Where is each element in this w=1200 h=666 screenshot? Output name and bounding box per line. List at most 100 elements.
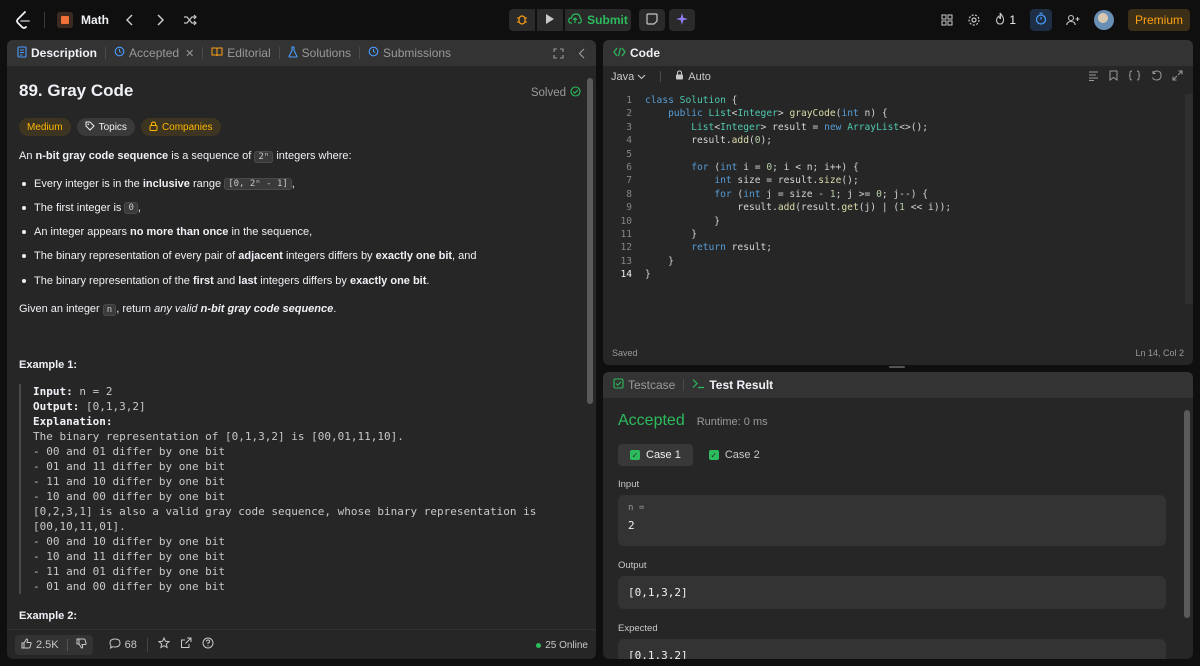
line-number: 14 bbox=[620, 269, 632, 281]
notes-button[interactable] bbox=[639, 9, 665, 31]
tab-solutions[interactable]: Solutions bbox=[288, 45, 351, 61]
maximize-icon[interactable] bbox=[553, 47, 564, 59]
ai-assist-button[interactable] bbox=[669, 9, 695, 31]
terminal-icon bbox=[692, 378, 705, 392]
result-tabs: Testcase Test Result bbox=[603, 372, 1193, 398]
code-line: 7 int size = result.size(); bbox=[603, 174, 1193, 187]
line-number: 3 bbox=[626, 121, 632, 133]
editor-toolbar: Java Auto bbox=[611, 70, 711, 83]
run-button[interactable] bbox=[537, 9, 563, 31]
text: range bbox=[192, 178, 222, 190]
text: and bbox=[216, 275, 236, 287]
text: The binary representation of every pair … bbox=[34, 250, 236, 262]
explanation-line: - 11 and 10 differ by one bit bbox=[33, 475, 226, 488]
problem-tags: Medium Topics Companies bbox=[19, 118, 221, 136]
share-icon[interactable] bbox=[180, 637, 192, 652]
bookmark-icon[interactable] bbox=[1109, 70, 1118, 84]
user-avatar[interactable] bbox=[1094, 10, 1114, 30]
case-2-button[interactable]: ✓ Case 2 bbox=[697, 444, 772, 466]
editor-scrollbar[interactable] bbox=[1185, 94, 1193, 304]
inline-code: 0 bbox=[124, 202, 138, 214]
companies-tag[interactable]: Companies bbox=[140, 118, 221, 136]
lock-icon bbox=[675, 70, 684, 83]
inline-code: [0, 2ⁿ - 1] bbox=[224, 178, 292, 190]
tab-accepted[interactable]: Accepted ✕ bbox=[114, 46, 194, 60]
shuffle-icon[interactable] bbox=[181, 11, 199, 29]
description-scrollbar[interactable] bbox=[587, 78, 593, 404]
topics-tag[interactable]: Topics bbox=[76, 118, 135, 136]
code-text: int size = result.size(); bbox=[714, 175, 859, 187]
submit-button[interactable]: Submit bbox=[565, 9, 631, 31]
code-line: 2 public List<Integer> grayCode(int n) { bbox=[603, 107, 1193, 120]
input-label: Input bbox=[618, 479, 640, 490]
mode-label: Auto bbox=[688, 70, 711, 83]
code-text: } bbox=[645, 255, 674, 267]
code-text: List<Integer> result = new ArrayList<>()… bbox=[691, 121, 929, 133]
code-editor[interactable]: 1 class Solution { 2 public List<Integer>… bbox=[603, 94, 1193, 281]
tab-testcase[interactable]: Testcase bbox=[613, 378, 675, 392]
code-line: 9 result.add(result.get(j) | (1 << i)); bbox=[603, 201, 1193, 214]
add-friend-icon[interactable] bbox=[1066, 14, 1080, 26]
text-bold: last bbox=[238, 275, 258, 287]
streak-counter[interactable]: 1 bbox=[995, 12, 1016, 28]
editor-tools bbox=[1088, 70, 1183, 84]
star-icon[interactable] bbox=[157, 636, 171, 652]
language-select[interactable]: Java bbox=[611, 71, 646, 83]
line-number: 12 bbox=[620, 242, 632, 254]
divider bbox=[146, 637, 148, 652]
text: . bbox=[333, 303, 337, 315]
case-label: Case 1 bbox=[646, 449, 681, 461]
bullet bbox=[22, 230, 26, 234]
text: Every integer is in the bbox=[34, 178, 140, 190]
streak-count: 1 bbox=[1009, 13, 1016, 27]
like-button[interactable]: 2.5K bbox=[15, 634, 93, 655]
bullet bbox=[22, 206, 26, 210]
input-box: n = 2 bbox=[618, 495, 1166, 546]
editor-status-bar: Saved Ln 14, Col 2 bbox=[603, 341, 1193, 365]
text-bold: n-bit gray code sequence bbox=[35, 150, 169, 162]
comments-button[interactable]: 68 bbox=[109, 637, 137, 652]
autocomplete-toggle[interactable]: Auto bbox=[675, 70, 711, 83]
help-circle-icon[interactable] bbox=[202, 637, 214, 652]
case-1-button[interactable]: ✓ Case 1 bbox=[618, 444, 693, 466]
input-value: n = 2 bbox=[72, 385, 113, 398]
result-scrollbar[interactable] bbox=[1184, 410, 1190, 618]
collapse-chevron-icon[interactable] bbox=[578, 48, 586, 59]
layout-grid-icon[interactable] bbox=[941, 14, 953, 26]
prev-problem-icon[interactable] bbox=[121, 11, 139, 29]
close-tab-icon[interactable]: ✕ bbox=[185, 47, 194, 60]
flask-icon bbox=[288, 45, 298, 61]
problem-list-button[interactable]: Math bbox=[57, 12, 109, 28]
format-lines-icon[interactable] bbox=[1088, 70, 1099, 84]
leetcode-logo-icon[interactable] bbox=[14, 11, 32, 29]
panel-resize-handle[interactable] bbox=[889, 366, 905, 368]
companies-label: Companies bbox=[161, 121, 213, 133]
braces-icon[interactable] bbox=[1128, 70, 1141, 84]
comment-bubble-icon bbox=[109, 637, 121, 652]
tab-test-result[interactable]: Test Result bbox=[692, 378, 773, 392]
premium-button[interactable]: Premium bbox=[1128, 9, 1190, 31]
problem-title[interactable]: 89. Gray Code bbox=[19, 81, 133, 101]
thumbs-down-icon[interactable] bbox=[76, 638, 87, 652]
history-icon bbox=[114, 46, 125, 60]
problem-list-label: Math bbox=[81, 13, 109, 27]
timer-button[interactable] bbox=[1030, 9, 1052, 31]
tab-code[interactable]: Code bbox=[613, 46, 660, 60]
debug-button[interactable] bbox=[509, 9, 535, 31]
tab-testcase-label: Testcase bbox=[628, 378, 676, 392]
text-bold-italic: n-bit gray code sequence bbox=[200, 303, 334, 315]
reset-icon[interactable] bbox=[1151, 70, 1162, 84]
tab-submissions[interactable]: Submissions bbox=[368, 46, 451, 60]
expand-icon[interactable] bbox=[1172, 70, 1183, 84]
next-problem-icon[interactable] bbox=[151, 11, 169, 29]
settings-gear-icon[interactable] bbox=[967, 13, 981, 27]
explanation-line: - 00 and 10 differ by one bit bbox=[33, 535, 226, 548]
tab-description[interactable]: Description bbox=[17, 45, 97, 61]
tab-editorial[interactable]: Editorial bbox=[211, 46, 271, 60]
code-text: result.add(result.get(j) | (1 << i)); bbox=[645, 202, 952, 214]
tab-submissions-label: Submissions bbox=[383, 46, 452, 60]
history-icon bbox=[368, 46, 379, 60]
bullet bbox=[22, 279, 26, 283]
difficulty-badge: Medium bbox=[19, 118, 71, 136]
code-panel-header: Code bbox=[603, 40, 1193, 66]
